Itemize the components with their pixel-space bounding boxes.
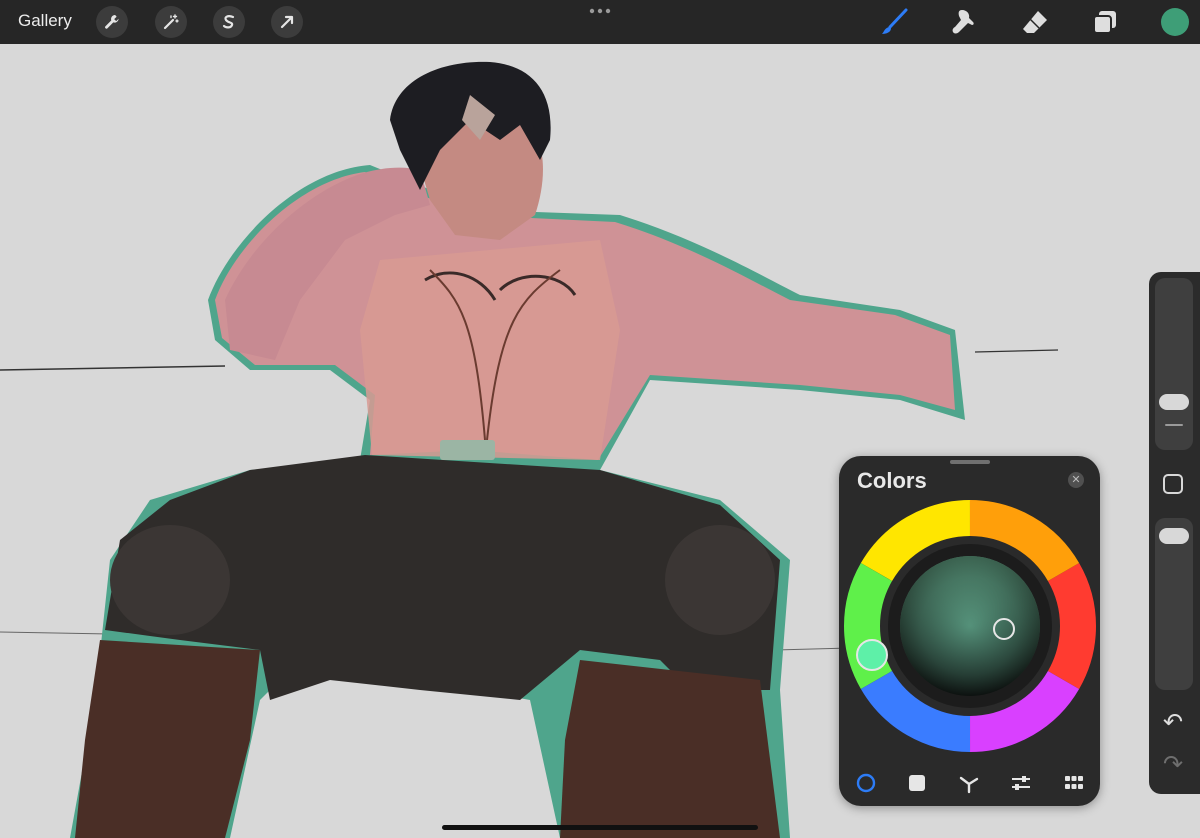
wrench-icon[interactable] [96,6,128,38]
color-disc[interactable] [839,500,1100,760]
palettes-tab[interactable] [1061,770,1087,796]
hue-picker[interactable] [856,639,888,671]
brush-sliders-panel: ↶ ↷ [1149,272,1200,794]
value-tab[interactable] [1008,770,1034,796]
current-color-swatch[interactable] [1161,8,1189,36]
selection-s-icon[interactable] [213,6,245,38]
brush-size-slider[interactable] [1155,278,1193,450]
colors-panel-title: Colors [857,468,927,493]
undo-button[interactable]: ↶ [1163,708,1183,736]
top-toolbar: Gallery [0,0,1200,44]
magic-wand-icon[interactable] [155,6,187,38]
more-dots-icon[interactable] [588,4,612,16]
close-panel-button[interactable]: ✕ [1068,472,1084,488]
panel-grabber[interactable] [950,460,990,464]
layers-icon[interactable] [1090,7,1120,37]
brush-opacity-thumb[interactable] [1159,528,1189,544]
redo-button[interactable]: ↷ [1163,750,1183,778]
transform-arrow-icon[interactable] [271,6,303,38]
gallery-button[interactable]: Gallery [18,11,72,31]
modify-button[interactable] [1163,474,1183,494]
brush-opacity-slider[interactable] [1155,518,1193,690]
eraser-icon[interactable] [1020,7,1050,37]
brush-size-thumb[interactable] [1159,394,1189,410]
colors-panel: Colors ✕ [839,456,1100,806]
harmony-tab[interactable] [956,770,982,796]
classic-tab[interactable] [904,770,930,796]
home-indicator[interactable] [442,825,758,830]
saturation-shade [900,556,1040,696]
size-indicator [1165,424,1183,426]
smudge-icon[interactable] [949,7,979,37]
brush-icon[interactable] [879,7,909,37]
disc-tab[interactable] [853,770,879,796]
